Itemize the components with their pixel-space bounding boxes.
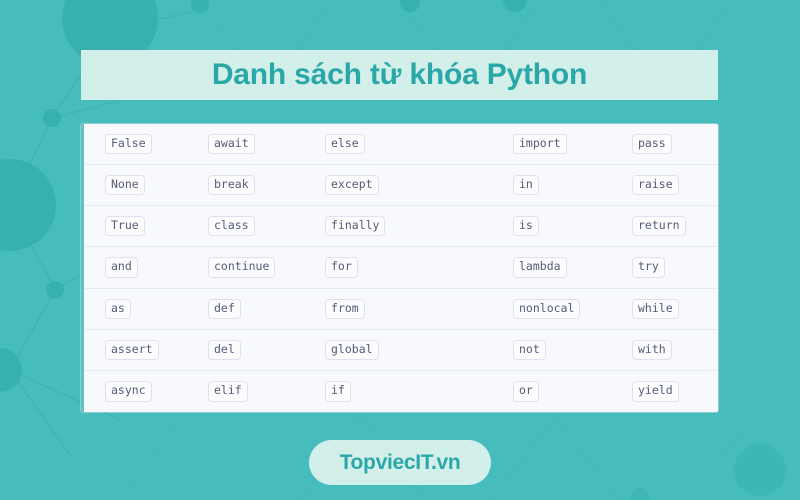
table-cell: try bbox=[632, 257, 718, 278]
table-cell: and bbox=[105, 257, 208, 278]
table-cell: raise bbox=[632, 175, 718, 196]
table-cell: global bbox=[325, 339, 513, 360]
keyword-chip: return bbox=[632, 216, 686, 237]
keyword-chip: async bbox=[105, 381, 152, 402]
table-row: False await else import pass bbox=[84, 124, 718, 166]
python-keyword-table: False await else import pass None break … bbox=[81, 124, 718, 412]
keyword-chip: pass bbox=[632, 133, 672, 155]
keyword-chip: for bbox=[325, 257, 358, 278]
table-cell: finally bbox=[325, 216, 513, 237]
table-row: True class finally is return bbox=[84, 206, 718, 248]
table-cell: return bbox=[632, 216, 718, 237]
keyword-chip: nonlocal bbox=[513, 298, 581, 319]
table-cell: yield bbox=[632, 381, 718, 402]
table-cell: break bbox=[208, 175, 325, 196]
table-cell: nonlocal bbox=[513, 298, 632, 319]
keyword-chip: if bbox=[325, 381, 351, 402]
keyword-chip: False bbox=[105, 133, 152, 155]
keyword-chip: None bbox=[105, 175, 145, 196]
table-cell: del bbox=[208, 339, 325, 360]
table-cell: True bbox=[105, 216, 208, 237]
table-cell: from bbox=[325, 298, 513, 319]
table-cell: assert bbox=[105, 339, 208, 360]
table-cell: else bbox=[325, 133, 513, 155]
site-badge[interactable]: TopviecIT.vn bbox=[309, 440, 491, 485]
table-cell: class bbox=[208, 216, 325, 237]
table-cell: pass bbox=[632, 133, 718, 155]
table-cell: for bbox=[325, 257, 513, 278]
keyword-chip: assert bbox=[105, 339, 159, 360]
site-badge-label: TopviecIT.vn bbox=[339, 451, 461, 474]
keyword-chip: def bbox=[208, 298, 241, 319]
table-cell: continue bbox=[208, 257, 325, 278]
keyword-chip: elif bbox=[208, 381, 248, 402]
keyword-chip: not bbox=[513, 339, 546, 360]
table-cell: None bbox=[105, 175, 208, 196]
keyword-chip: yield bbox=[632, 381, 679, 402]
keyword-chip: finally bbox=[325, 216, 386, 237]
keyword-chip: del bbox=[208, 339, 241, 360]
keyword-chip: with bbox=[632, 339, 672, 360]
table-row: None break except in raise bbox=[84, 165, 718, 207]
table-cell: if bbox=[325, 381, 513, 402]
keyword-chip: await bbox=[208, 133, 255, 155]
keyword-chip: lambda bbox=[513, 257, 567, 278]
table-cell: not bbox=[513, 339, 632, 360]
keyword-chip: True bbox=[105, 216, 145, 237]
table-cell: elif bbox=[208, 381, 325, 402]
keyword-chip: break bbox=[208, 175, 255, 196]
table-cell: async bbox=[105, 381, 208, 402]
table-cell: await bbox=[208, 133, 325, 155]
keyword-chip: else bbox=[325, 133, 365, 155]
keyword-chip: import bbox=[513, 133, 567, 155]
table-cell: in bbox=[513, 175, 632, 196]
keyword-chip: in bbox=[513, 175, 539, 196]
table-cell: as bbox=[105, 298, 208, 319]
table-cell: while bbox=[632, 298, 718, 319]
keyword-chip: except bbox=[325, 175, 379, 196]
table-cell: is bbox=[513, 216, 632, 237]
keyword-chip: raise bbox=[632, 175, 679, 196]
keyword-chip: as bbox=[105, 298, 131, 319]
table-cell: or bbox=[513, 381, 632, 402]
keyword-chip: class bbox=[208, 216, 255, 237]
table-row: async elif if or yield bbox=[84, 370, 718, 412]
keyword-chip: continue bbox=[208, 257, 276, 278]
keyword-chip: and bbox=[105, 257, 138, 278]
table-cell: def bbox=[208, 298, 325, 319]
table-cell: except bbox=[325, 175, 513, 196]
page-title: Danh sách từ khóa Python bbox=[211, 58, 588, 91]
keyword-chip: is bbox=[513, 216, 539, 237]
table-cell: False bbox=[105, 133, 208, 155]
keyword-chip: while bbox=[632, 298, 679, 319]
table-cell: lambda bbox=[513, 257, 632, 278]
keyword-chip: or bbox=[513, 381, 539, 402]
keyword-chip: global bbox=[325, 339, 379, 360]
keyword-chip: from bbox=[325, 298, 365, 319]
header-band: Danh sách từ khóa Python bbox=[81, 50, 718, 100]
table-row: and continue for lambda try bbox=[84, 247, 718, 289]
table-row: assert del global not with bbox=[84, 329, 718, 371]
table-cell: with bbox=[632, 339, 718, 360]
table-row: as def from nonlocal while bbox=[84, 288, 718, 330]
table-cell: import bbox=[513, 133, 632, 155]
keyword-chip: try bbox=[632, 257, 665, 278]
